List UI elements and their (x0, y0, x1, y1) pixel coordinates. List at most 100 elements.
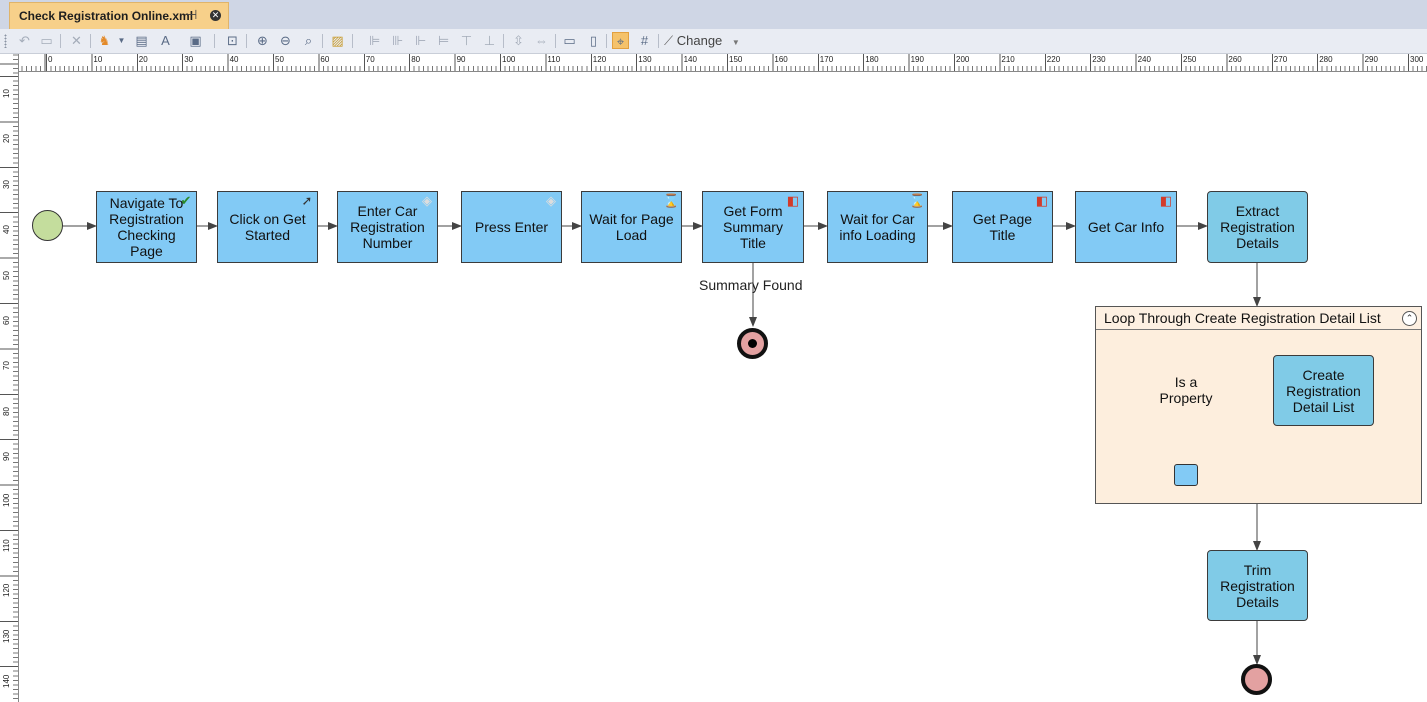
ruler-label: 280 (1319, 55, 1333, 64)
text-format-icon[interactable]: A (157, 32, 174, 49)
activity-extract-registration-details[interactable]: Extract Registration Details (1207, 191, 1308, 263)
collapse-icon[interactable]: ⌃ (1402, 311, 1417, 326)
ruler-label: 20 (2, 134, 11, 144)
ruler-label: 250 (1183, 55, 1197, 64)
toolbar-separator (60, 34, 61, 48)
ruler-label: 210 (1001, 55, 1015, 64)
space-vertical-icon[interactable]: ⇳ (510, 32, 527, 49)
zoom-page-icon[interactable]: ⊡ (224, 32, 241, 49)
change-button-label: Change (676, 33, 723, 48)
keyboard-icon: ◈ (546, 193, 556, 208)
align-center-icon[interactable]: ⊪ (389, 32, 406, 49)
align-top-icon[interactable]: ⊤ (458, 32, 475, 49)
flow-canvas[interactable]: Navigate To Registration Checking Page ✔… (19, 72, 1427, 702)
toolbar-separator (90, 34, 91, 48)
cursor-click-icon: ➚ (301, 193, 313, 208)
start-event[interactable] (32, 210, 63, 241)
ruler-label: 130 (2, 629, 11, 643)
ruler-label: 30 (2, 179, 11, 189)
delete-icon[interactable]: ✕ (68, 32, 85, 49)
ruler-label: 100 (502, 55, 516, 64)
decision-label: Is a Property (1159, 374, 1213, 406)
align-bottom-icon[interactable]: ⊥ (481, 32, 498, 49)
ruler-label: 10 (93, 55, 103, 64)
change-connector-button[interactable]: ⟋ Change ▼ (664, 32, 740, 50)
snap-grid-icon[interactable]: ⌖ (612, 32, 629, 49)
chevron-down-icon: ▼ (731, 38, 740, 47)
activity-create-registration-detail-list[interactable]: Create Registration Detail List (1273, 355, 1374, 426)
close-icon[interactable]: ✕ (210, 10, 221, 21)
ruler-label: 160 (774, 55, 788, 64)
toolbar-separator (658, 34, 659, 48)
hourglass-icon: ⌛ (909, 193, 926, 208)
align-left-icon[interactable]: ⊫ (366, 32, 383, 49)
paste-icon[interactable]: ▭ (38, 32, 55, 49)
toolbar-separator (606, 34, 607, 48)
activity-trim-registration-details[interactable]: Trim Registration Details (1207, 550, 1308, 621)
ruler-label: 60 (320, 55, 330, 64)
ruler-label: 230 (1092, 55, 1106, 64)
align-middle-icon[interactable]: ⊩ (412, 32, 429, 49)
zoom-in-icon[interactable]: ⊕ (254, 32, 271, 49)
activity-navigate[interactable]: Navigate To Registration Checking Page ✔ (96, 191, 197, 263)
end-event-final[interactable] (1241, 664, 1272, 695)
activity-press-enter[interactable]: Press Enter ◈ (461, 191, 562, 263)
ruler-label: 200 (956, 55, 970, 64)
line-connector-icon: ⟋ (664, 33, 674, 48)
dropdown-arrow-icon[interactable]: ▼ (113, 32, 130, 49)
pin-icon[interactable]: ⊣ (186, 7, 197, 23)
ruler-label: 50 (275, 55, 284, 64)
activity-label: Get Form Summary Title (723, 203, 783, 251)
page-check-icon: ✔ (180, 193, 192, 208)
ruler-label: 290 (1364, 55, 1378, 64)
undo-icon[interactable]: ↶ (16, 32, 33, 49)
hourglass-icon: ⌛ (663, 193, 680, 208)
merge-node[interactable] (1174, 464, 1198, 486)
ruler-label: 0 (48, 55, 53, 64)
loop-header[interactable]: Loop Through Create Registration Detail … (1096, 307, 1421, 330)
activity-label: Enter Car Registration Number (350, 203, 425, 251)
activity-wait-page-load[interactable]: Wait for Page Load ⌛ (581, 191, 682, 263)
toolbar-separator (246, 34, 247, 48)
space-horizontal-icon[interactable]: ⇔ (533, 32, 550, 49)
activity-label: Create Registration Detail List (1286, 366, 1361, 415)
activity-get-page-title[interactable]: Get Page Title ◧ (952, 191, 1053, 263)
toolbar-separator (352, 34, 353, 48)
document-tab-title: Check Registration Online.xml (19, 9, 194, 23)
zoom-out-icon[interactable]: ⊖ (277, 32, 294, 49)
activity-click-get-started[interactable]: Click on Get Started ➚ (217, 191, 318, 263)
robot-icon[interactable]: ♞ (96, 32, 113, 49)
ruler-label: 40 (2, 225, 11, 235)
horizontal-ruler: 0 10 20 30 40 50 60 70 80 90 100 110 120 130 140 150 160… (18, 54, 1427, 72)
keyboard-icon: ◈ (422, 193, 432, 208)
ruler-label: 70 (2, 361, 11, 371)
end-event-summary[interactable] (737, 328, 768, 359)
toolbar: ↶ ▭ ✕ ♞ ▼ ▤ A ▣ ⊡ ⊕ ⊖ ⌕ ▨ ⊫ ⊪ ⊩ ⊨ ⊤ ⊥ ⇳ … (0, 29, 1427, 54)
ruler-label: 130 (638, 55, 652, 64)
book-icon[interactable]: ▣ (187, 32, 204, 49)
zoom-fit-icon[interactable]: ⌕ (300, 32, 317, 49)
ruler-label: 70 (365, 55, 375, 64)
properties-icon[interactable]: ▤ (133, 32, 150, 49)
document-tab[interactable]: Check Registration Online.xml ⊣ ✕ (9, 2, 229, 29)
ruler-label: 40 (229, 55, 239, 64)
tab-strip: Check Registration Online.xml ⊣ ✕ (0, 0, 1427, 29)
toolbar-grip[interactable] (4, 34, 7, 48)
get-data-icon: ◧ (1035, 193, 1049, 208)
get-data-icon: ◧ (786, 193, 800, 208)
activity-get-car-info[interactable]: Get Car Info ◧ (1075, 191, 1177, 263)
image-icon[interactable]: ▨ (329, 32, 346, 49)
ruler-label: 150 (729, 55, 743, 64)
activity-get-form-summary-title[interactable]: Get Form Summary Title ◧ (702, 191, 804, 263)
ruler-label: 60 (2, 316, 11, 325)
ruler-label: 80 (411, 55, 421, 64)
align-right-icon[interactable]: ⊨ (435, 32, 452, 49)
grid-icon[interactable]: # (636, 32, 653, 49)
activity-enter-car-registration[interactable]: Enter Car Registration Number ◈ (337, 191, 438, 263)
activity-wait-car-info[interactable]: Wait for Car info Loading ⌛ (827, 191, 928, 263)
layout-horizontal-icon[interactable]: ▯ (585, 32, 602, 49)
ruler-label: 80 (2, 406, 11, 416)
layout-vertical-icon[interactable]: ▭ (561, 32, 578, 49)
edge-label-summary-found: Summary Found (699, 277, 803, 293)
ruler-label: 110 (2, 539, 11, 552)
